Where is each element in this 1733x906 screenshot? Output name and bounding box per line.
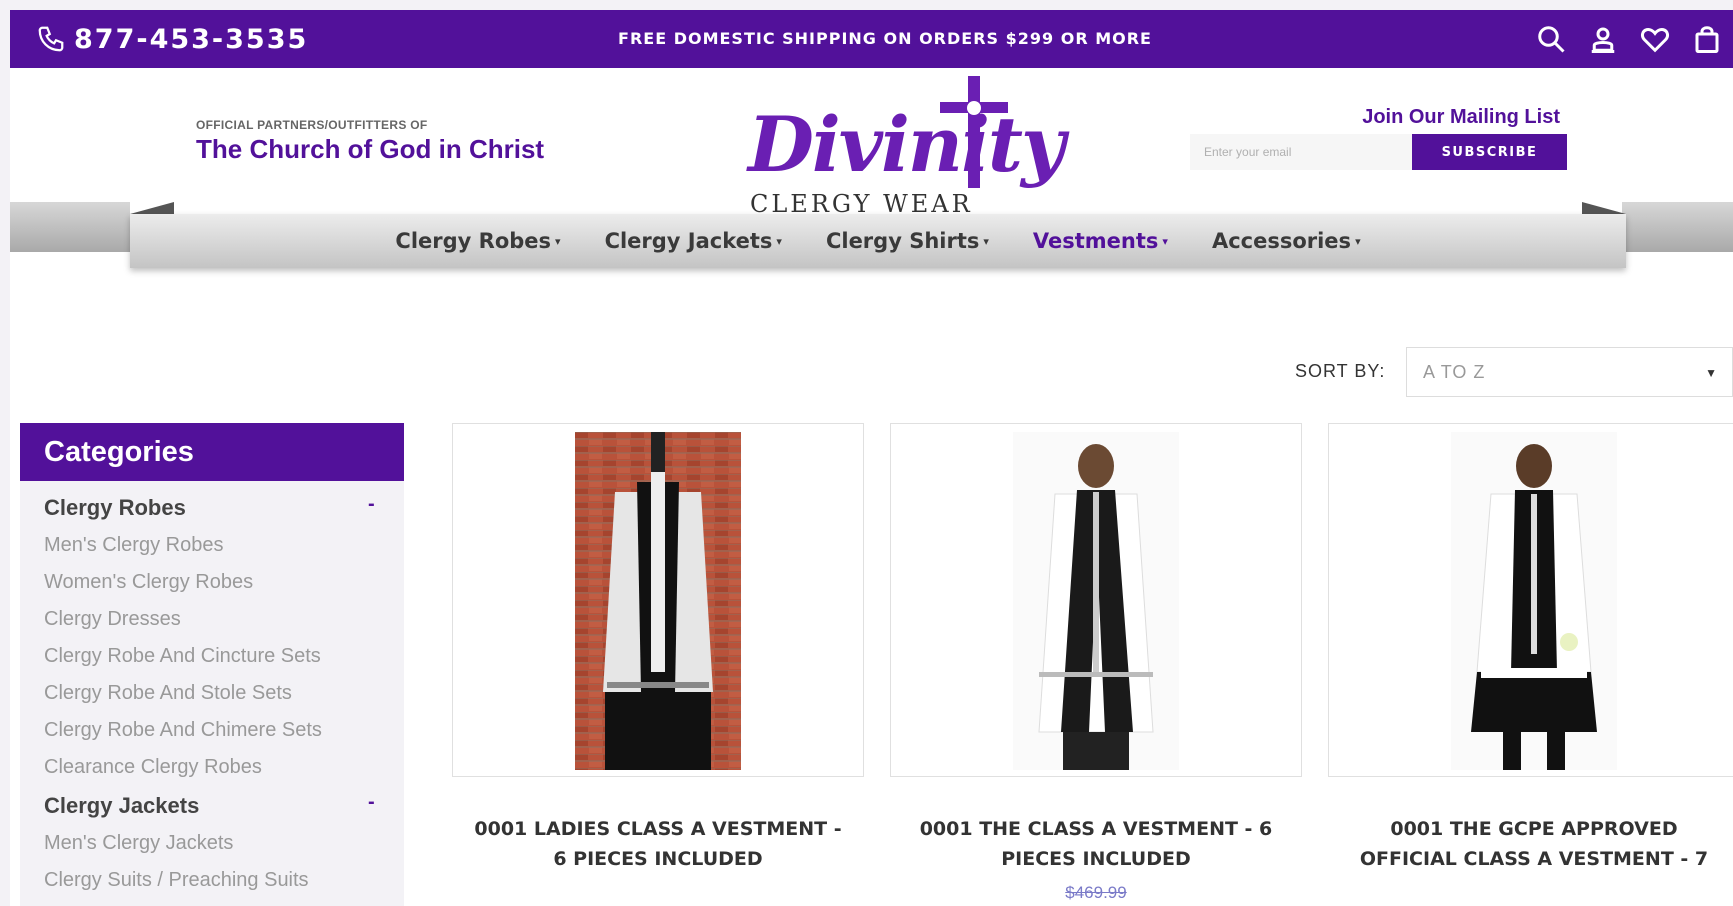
nav-item-clergy-robes[interactable]: Clergy Robes ▾ — [395, 229, 560, 253]
category-group-clergy-jackets[interactable]: Clergy Jackets — [44, 793, 199, 819]
nav-item-vestments[interactable]: Vestments ▾ — [1033, 229, 1168, 253]
phone-link[interactable]: 877-453-3535 — [36, 22, 308, 56]
product-card-2[interactable] — [890, 423, 1302, 777]
account-icon[interactable] — [1587, 23, 1619, 55]
sort-by-label: SORT BY: — [1295, 361, 1386, 381]
product-image-ladies-vestment — [575, 432, 741, 770]
category-item[interactable]: Clearance Clergy Robes — [44, 756, 262, 779]
category-item[interactable]: Clergy Robe And Chimere Sets — [44, 719, 322, 742]
ribbon-right — [1622, 202, 1733, 252]
product-title-1[interactable]: 0001 LADIES CLASS A VESTMENT - 6 PIECES … — [452, 814, 864, 874]
ribbon-left — [10, 202, 130, 252]
chevron-down-icon: ▾ — [983, 234, 989, 248]
search-icon[interactable] — [1535, 23, 1567, 55]
mailing-list-title: Join Our Mailing List — [1362, 106, 1560, 128]
bag-icon[interactable] — [1691, 23, 1723, 55]
subscribe-button[interactable]: SUBSCRIBE — [1412, 134, 1567, 170]
category-item[interactable]: Clergy Suits / Preaching Suits — [44, 869, 309, 892]
category-item[interactable]: Clergy Robe And Cincture Sets — [44, 645, 321, 668]
collapse-toggle[interactable]: - — [368, 791, 375, 814]
divinity-logo[interactable]: Divinity CLERGY WEAR — [740, 72, 1065, 222]
category-item[interactable]: Women's Clergy Robes — [44, 571, 253, 594]
nav-item-clergy-shirts[interactable]: Clergy Shirts ▾ — [826, 229, 989, 253]
sort-selected-value: A TO Z — [1423, 361, 1486, 382]
category-item[interactable]: Men's Clergy Jackets — [44, 832, 233, 855]
top-icons — [1535, 20, 1723, 58]
categories-header: Categories — [20, 423, 404, 481]
ribbon-fold-left — [130, 202, 174, 214]
category-item[interactable]: Clergy Robe And Stole Sets — [44, 682, 292, 705]
product-price-2: $469.99 — [1065, 883, 1127, 902]
partners-church-name: The Church of God in Christ — [196, 134, 545, 164]
ribbon-fold-right — [1582, 202, 1626, 214]
partners-caption: OFFICIAL PARTNERS/OUTFITTERS OF — [196, 118, 428, 132]
cross-icon — [940, 76, 1008, 188]
shipping-promo: FREE DOMESTIC SHIPPING ON ORDERS $299 OR… — [618, 29, 1152, 48]
page-frame: 877-453-3535 FREE DOMESTIC SHIPPING ON O… — [10, 10, 1733, 906]
product-title-3[interactable]: 0001 THE GCPE APPROVED OFFICIAL CLASS A … — [1328, 814, 1733, 874]
category-item[interactable]: Men's Clergy Robes — [44, 534, 223, 557]
product-image-class-a-vestment — [1013, 432, 1179, 770]
main-nav: Clergy Robes ▾ Clergy Jackets ▾ Clergy Shi… — [130, 214, 1626, 268]
product-title-2[interactable]: 0001 THE CLASS A VESTMENT - 6 PIECES INC… — [890, 814, 1302, 874]
chevron-down-icon: ▾ — [776, 234, 782, 248]
category-group-clergy-robes[interactable]: Clergy Robes — [44, 495, 186, 521]
heart-icon[interactable] — [1639, 23, 1671, 55]
top-bar: 877-453-3535 FREE DOMESTIC SHIPPING ON O… — [10, 10, 1733, 68]
product-image-gcpe-vestment — [1451, 432, 1617, 770]
categories-list: Clergy Robes - Men's Clergy Robes Women'… — [20, 481, 404, 906]
category-item[interactable]: Clergy Dresses — [44, 608, 181, 631]
chevron-down-icon: ▾ — [555, 234, 561, 248]
nav-item-clergy-jackets[interactable]: Clergy Jackets ▾ — [605, 229, 782, 253]
phone-number: 877-453-3535 — [74, 23, 309, 55]
chevron-down-icon: ▾ — [1355, 234, 1361, 248]
product-card-3[interactable] — [1328, 423, 1733, 777]
product-card-1[interactable] — [452, 423, 864, 777]
phone-icon — [38, 26, 64, 52]
chevron-down-icon: ▾ — [1162, 234, 1168, 248]
sort-select[interactable]: A TO Z ▼ — [1406, 347, 1733, 397]
email-field[interactable] — [1190, 134, 1412, 170]
collapse-toggle[interactable]: - — [368, 493, 375, 516]
chevron-down-icon: ▼ — [1705, 366, 1718, 380]
nav-item-accessories[interactable]: Accessories ▾ — [1212, 229, 1361, 253]
